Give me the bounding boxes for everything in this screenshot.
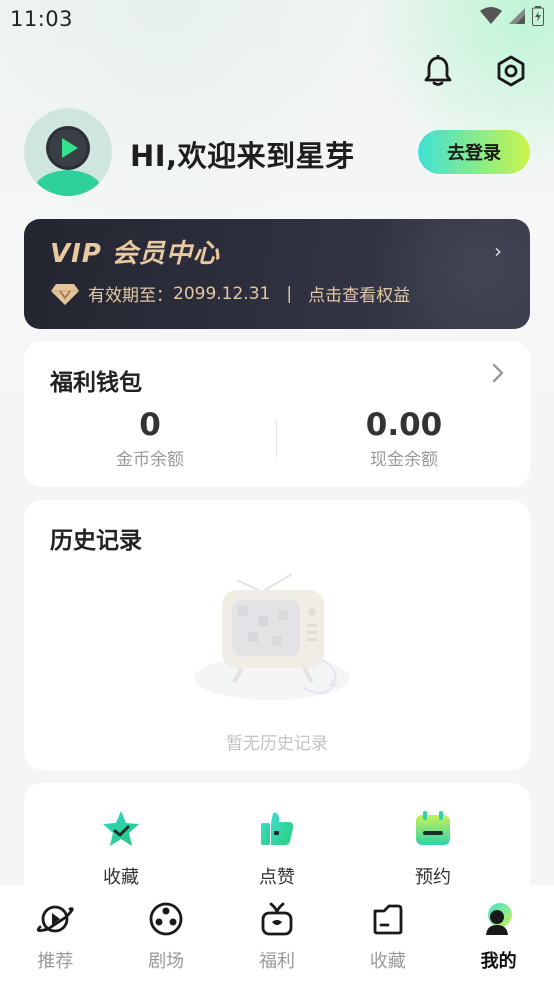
quick-reservations[interactable]: 预约 (383, 809, 483, 889)
nav-tab-favorites[interactable]: 收藏 (338, 901, 438, 973)
cash-value: 0.00 (365, 407, 443, 443)
history-card: 历史记录 暂无历史记录 (24, 500, 530, 770)
nav-tab-profile-label: 我的 (480, 951, 517, 972)
settings-icon[interactable] (492, 52, 530, 90)
vip-expiry-date: 2099.12.31 (173, 283, 271, 304)
nav-tab-theater-label: 剧场 (148, 951, 185, 972)
divider (276, 421, 277, 457)
star-check-icon (103, 811, 139, 846)
nav-tab-welfare-label: 福利 (258, 951, 295, 972)
nav-tab-theater[interactable]: 剧场 (116, 901, 216, 973)
avatar[interactable] (24, 108, 112, 196)
diamond-icon (51, 283, 79, 305)
vip-separator: | (286, 283, 293, 304)
vip-title: VIP 会员中心 (50, 239, 220, 269)
planet-icon (37, 905, 75, 933)
status-icons (480, 6, 544, 26)
cash-stat: 0.00 现金余额 (304, 407, 504, 470)
coins-stat: 0 金币余额 (50, 407, 250, 470)
vip-expiry-line: 有效期至： 2099.12.31 | 点击查看权益 (50, 281, 410, 306)
nav-tab-favorites-label: 收藏 (369, 951, 406, 972)
thumb-up-icon (261, 812, 294, 845)
vip-expiry-label: 有效期至： (88, 286, 173, 306)
login-button[interactable]: 去登录 (418, 130, 530, 174)
signal-icon (509, 8, 525, 24)
wifi-icon (480, 7, 502, 24)
bottom-nav: 推荐 剧场 福利 收藏 我的 (0, 885, 554, 984)
calendar-icon (416, 811, 450, 845)
tv-illustration (192, 570, 362, 714)
profile-icon (485, 903, 512, 935)
wallet-card[interactable]: 福利钱包 0 金币余额 0.00 现金余额 (24, 341, 530, 487)
chevron-right-icon (492, 363, 504, 387)
history-title: 历史记录 (50, 528, 142, 554)
cash-label: 现金余额 (370, 450, 438, 470)
bell-icon[interactable] (419, 52, 457, 90)
chevron-right-icon: › (494, 239, 502, 263)
status-time: 11:03 (10, 7, 74, 31)
nav-tab-welfare[interactable]: 福利 (227, 901, 327, 973)
folder-icon (373, 904, 403, 935)
vip-member-card[interactable]: VIP 会员中心 › 有效期至： 2099.12.31 | 点击查看权益 (24, 219, 530, 329)
film-reel-icon (149, 902, 183, 936)
coins-label: 金币余额 (116, 450, 184, 470)
quick-likes[interactable]: 点赞 (227, 809, 327, 889)
vip-benefits-link[interactable]: 点击查看权益 (308, 281, 410, 306)
nav-tab-profile[interactable]: 我的 (449, 901, 549, 973)
nav-tab-recommend-label: 推荐 (37, 951, 74, 972)
coins-value: 0 (139, 407, 161, 443)
wallet-title: 福利钱包 (50, 370, 142, 396)
history-empty-text: 暂无历史记录 (226, 734, 328, 754)
greeting-text: HI,欢迎来到星芽 (130, 139, 355, 173)
nav-tab-recommend[interactable]: 推荐 (5, 901, 105, 973)
battery-icon (532, 6, 544, 26)
quick-favorites[interactable]: 收藏 (71, 809, 171, 889)
gift-icon (261, 902, 293, 936)
